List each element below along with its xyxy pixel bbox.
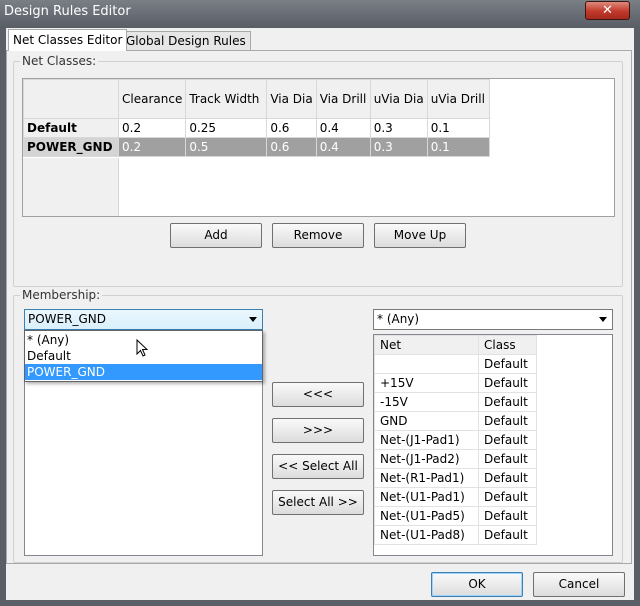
- net-classes-label: Net Classes:: [20, 54, 99, 68]
- tab-panel: Net Classes: Clearance Track Width Via D…: [6, 50, 632, 564]
- net-name-cell[interactable]: +15V: [374, 373, 479, 393]
- row-header-filler: [23, 158, 119, 216]
- net-name-cell[interactable]: Net-(U1-Pad5): [374, 506, 479, 526]
- net-class-cell[interactable]: Default: [478, 487, 537, 507]
- net-name-cell[interactable]: [374, 354, 479, 374]
- net-name-cell[interactable]: GND: [374, 411, 479, 431]
- column-header-clearance[interactable]: Clearance: [117, 79, 187, 119]
- tab-net-classes-editor[interactable]: Net Classes Editor: [8, 29, 128, 51]
- cell-clearance[interactable]: 0.2: [117, 118, 187, 138]
- move-left-button[interactable]: <<<: [272, 382, 364, 407]
- table-row[interactable]: Net-(R1-Pad1) Default: [374, 468, 537, 488]
- mouse-cursor-icon: [136, 339, 148, 357]
- cell-uvia-drill[interactable]: 0.1: [426, 118, 490, 138]
- select-all-right-button[interactable]: Select All >>: [272, 490, 364, 515]
- net-name-cell[interactable]: Net-(U1-Pad1): [374, 487, 479, 507]
- cell-via-drill[interactable]: 0.4: [315, 118, 371, 138]
- table-row[interactable]: -15V Default: [374, 392, 537, 412]
- table-row[interactable]: Net-(U1-Pad1) Default: [374, 487, 537, 507]
- cell-uvia-dia[interactable]: 0.3: [369, 137, 428, 157]
- net-class-cell[interactable]: Default: [478, 354, 537, 374]
- net-class-cell[interactable]: Default: [478, 525, 537, 545]
- chevron-down-icon: [249, 317, 257, 322]
- window-title: Design Rules Editor: [4, 4, 131, 19]
- net-class-cell[interactable]: Default: [478, 449, 537, 469]
- row-header-power-gnd[interactable]: POWER_GND: [23, 137, 119, 157]
- membership-label: Membership:: [20, 288, 103, 302]
- cell-uvia-dia[interactable]: 0.3: [369, 118, 428, 138]
- cell-clearance[interactable]: 0.2: [117, 137, 187, 157]
- cancel-button[interactable]: Cancel: [533, 572, 625, 597]
- right-class-combo[interactable]: * (Any): [373, 309, 613, 330]
- net-class-cell[interactable]: Default: [478, 373, 537, 393]
- title-bar[interactable]: Design Rules Editor ✕: [0, 0, 640, 26]
- table-row[interactable]: Default 0.2 0.25 0.6 0.4 0.3 0.1: [23, 118, 490, 138]
- table-row-selected[interactable]: POWER_GND 0.2 0.5 0.6 0.4 0.3 0.1: [23, 137, 490, 157]
- column-header-via-drill[interactable]: Via Drill: [315, 79, 371, 119]
- tab-global-design-rules[interactable]: Global Design Rules: [121, 31, 251, 51]
- net-name-cell[interactable]: Net-(J1-Pad1): [374, 430, 479, 450]
- column-header-uvia-dia[interactable]: uVia Dia: [369, 79, 428, 119]
- close-button[interactable]: ✕: [585, 1, 630, 20]
- select-all-left-button[interactable]: << Select All: [272, 454, 364, 479]
- column-header-track-width[interactable]: Track Width: [185, 79, 268, 119]
- net-class-cell[interactable]: Default: [478, 430, 537, 450]
- net-name-cell[interactable]: Net-(U1-Pad8): [374, 525, 479, 545]
- move-right-button[interactable]: >>>: [272, 418, 364, 443]
- net-class-cell[interactable]: Default: [478, 411, 537, 431]
- column-header-net[interactable]: Net: [374, 335, 479, 355]
- add-button[interactable]: Add: [170, 223, 262, 248]
- remove-button[interactable]: Remove: [272, 223, 364, 248]
- column-header-via-dia[interactable]: Via Dia: [266, 79, 317, 119]
- net-table: Net Class Default +15V Default -15V Default G…: [374, 335, 537, 545]
- net-table-body: Default +15V Default -15V Default GND Default N…: [374, 354, 537, 545]
- net-classes-group: Net Classes: Clearance Track Width Via D…: [13, 54, 623, 287]
- net-class-cell[interactable]: Default: [478, 506, 537, 526]
- move-up-button[interactable]: Move Up: [374, 223, 466, 248]
- net-name-cell[interactable]: Net-(R1-Pad1): [374, 468, 479, 488]
- grid-corner: [23, 79, 119, 119]
- dropdown-option-power-gnd[interactable]: POWER_GND: [25, 364, 262, 380]
- net-table-header-row: Net Class: [374, 335, 537, 355]
- net-class-cell[interactable]: Default: [478, 468, 537, 488]
- cell-via-dia[interactable]: 0.6: [266, 137, 317, 157]
- net-classes-table: Clearance Track Width Via Dia Via Drill …: [23, 79, 490, 157]
- dialog-client-area: Net Classes Editor Global Design Rules N…: [6, 28, 634, 600]
- table-row[interactable]: Net-(U1-Pad8) Default: [374, 525, 537, 545]
- chevron-down-icon: [599, 317, 607, 322]
- net-class-cell[interactable]: Default: [478, 392, 537, 412]
- left-class-combo[interactable]: POWER_GND: [24, 309, 263, 330]
- column-header-class[interactable]: Class: [478, 335, 537, 355]
- net-name-cell[interactable]: -15V: [374, 392, 479, 412]
- cell-track-width[interactable]: 0.5: [185, 137, 268, 157]
- cell-via-dia[interactable]: 0.6: [266, 118, 317, 138]
- membership-group: Membership: POWER_GND * (Any) Default PO…: [13, 288, 623, 563]
- cell-via-drill[interactable]: 0.4: [315, 137, 371, 157]
- dialog-window: Design Rules Editor ✕ Net Classes Editor…: [0, 0, 640, 606]
- table-row[interactable]: +15V Default: [374, 373, 537, 393]
- net-classes-grid[interactable]: Clearance Track Width Via Dia Via Drill …: [22, 78, 615, 217]
- table-row[interactable]: Default: [374, 354, 537, 374]
- table-row[interactable]: Net-(U1-Pad5) Default: [374, 506, 537, 526]
- left-class-combo-value: POWER_GND: [28, 312, 106, 326]
- ok-button[interactable]: OK: [431, 572, 523, 597]
- right-class-combo-value: * (Any): [377, 312, 420, 326]
- table-row[interactable]: GND Default: [374, 411, 537, 431]
- table-row[interactable]: Net-(J1-Pad2) Default: [374, 449, 537, 469]
- table-row[interactable]: Net-(J1-Pad1) Default: [374, 430, 537, 450]
- row-header-default[interactable]: Default: [23, 118, 119, 138]
- cell-track-width[interactable]: 0.25: [185, 118, 268, 138]
- right-net-list[interactable]: Net Class Default +15V Default -15V Default G…: [373, 334, 613, 556]
- grid-header-row: Clearance Track Width Via Dia Via Drill …: [23, 79, 490, 119]
- cell-uvia-drill[interactable]: 0.1: [426, 137, 490, 157]
- net-name-cell[interactable]: Net-(J1-Pad2): [374, 449, 479, 469]
- column-header-uvia-drill[interactable]: uVia Drill: [426, 79, 490, 119]
